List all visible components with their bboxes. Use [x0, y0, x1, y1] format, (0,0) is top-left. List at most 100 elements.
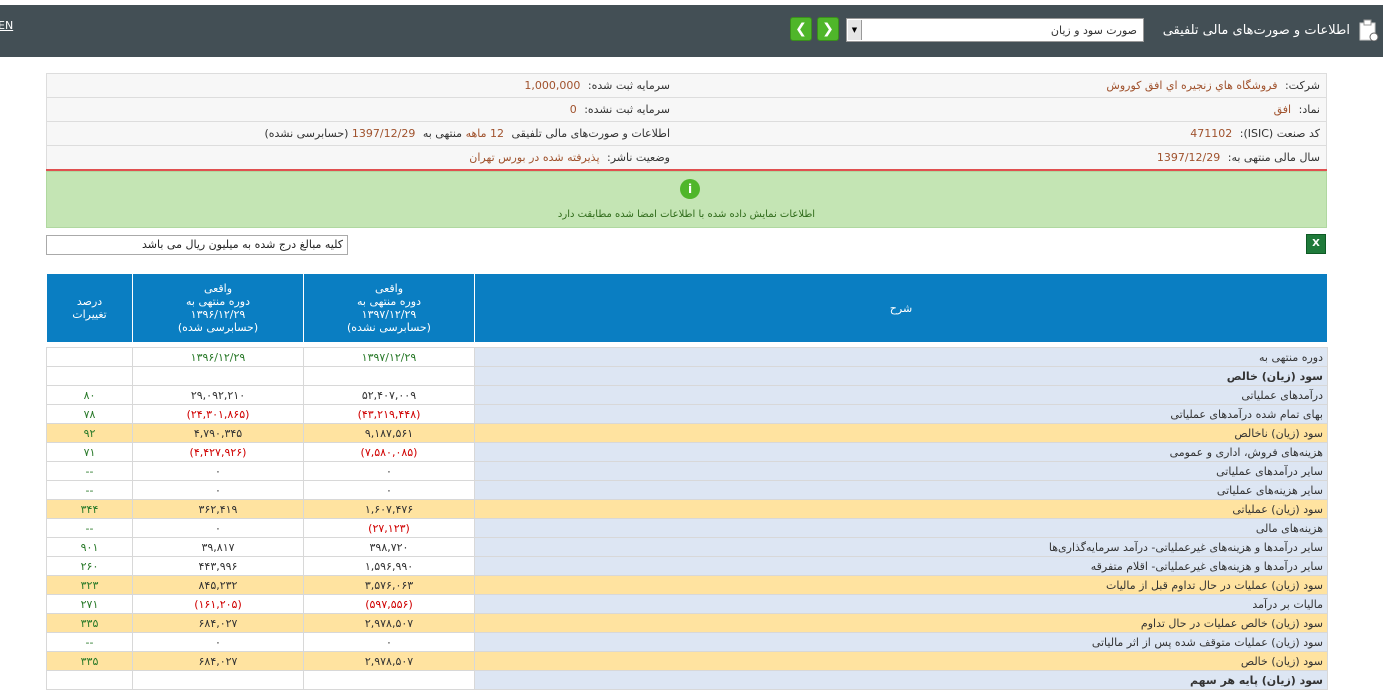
- row-description: مالیات بر درآمد: [474, 594, 1328, 614]
- company-value: فروشگاه هاي زنجيره اي افق كوروش: [1106, 79, 1278, 92]
- isic-value: 471102: [1190, 127, 1233, 140]
- row-description: سود (زیان) ناخالص: [474, 423, 1328, 443]
- row-description: بهای تمام شده درآمدهای عملیاتی: [474, 404, 1328, 424]
- row-value-prior: (۱۶۱,۲۰۵): [132, 594, 304, 614]
- row-description: سایر درآمدها و هزینه‌های غیرعملیاتی- اقل…: [474, 556, 1328, 576]
- row-change-percent: --: [46, 518, 133, 538]
- chevron-right-icon: ❯: [822, 21, 834, 37]
- row-change-percent: ۳۳۵: [46, 613, 133, 633]
- row-value-current: ۳,۵۷۶,۰۶۳: [303, 575, 475, 595]
- row-change-percent: --: [46, 480, 133, 500]
- row-change-percent: ۲۶۰: [46, 556, 133, 576]
- row-value-prior: ۳۹,۸۱۷: [132, 537, 304, 557]
- row-value-current: [303, 366, 475, 386]
- prev-button[interactable]: ❮: [790, 17, 812, 41]
- row-change-percent: --: [46, 461, 133, 481]
- table-row: سود (زیان) عملیات در حال تداوم قبل از ما…: [46, 575, 1328, 595]
- header-description: شرح: [474, 273, 1328, 343]
- row-change-percent: --: [46, 632, 133, 652]
- row-value-current: ۱,۶۰۷,۴۷۶: [303, 499, 475, 519]
- row-value-current: ۲,۹۷۸,۵۰۷: [303, 651, 475, 671]
- row-description: سود (زیان) پایه هر سهم: [474, 670, 1328, 690]
- row-value-prior: ۱۳۹۶/۱۲/۲۹: [132, 347, 304, 367]
- table-row: سود (زیان) عملیات متوقف شده پس از اثر ما…: [46, 632, 1328, 652]
- row-description: سود (زیان) عملیات در حال تداوم قبل از ما…: [474, 575, 1328, 595]
- table-row: سود (زیان) ناخالص ۹,۱۸۷,۵۶۱ ۴,۷۹۰,۳۴۵ ۹۲: [46, 423, 1328, 443]
- table-row: هزینه‌های فروش، اداری و عمومی (۷,۵۸۰,۰۸۵)…: [46, 442, 1328, 462]
- row-description: هزینه‌های فروش، اداری و عمومی: [474, 442, 1328, 462]
- row-value-prior: ۸۴۵,۲۳۲: [132, 575, 304, 595]
- table-row: سود (زیان) عملیاتی ۱,۶۰۷,۴۷۶ ۳۶۲,۴۱۹ ۳۴۴: [46, 499, 1328, 519]
- table-row: سود (زیان) خالص ۲,۹۷۸,۵۰۷ ۶۸۴,۰۲۷ ۳۳۵: [46, 651, 1328, 671]
- header-change-percent: درصد تغییرات: [46, 273, 133, 343]
- row-value-current: ۹,۱۸۷,۵۶۱: [303, 423, 475, 443]
- fiscal-year-field: سال مالی منتهی به: 1397/12/29: [676, 145, 1327, 171]
- document-icon: [1359, 19, 1379, 41]
- symbol-field: نماد: افق: [676, 97, 1327, 122]
- publisher-status-value: پذیرفته شده در بورس تهران: [469, 151, 600, 164]
- period-description: اطلاعات و صورت‌های مالی تلفیقی 12 ماهه م…: [46, 121, 676, 146]
- row-value-current: ۰: [303, 480, 475, 500]
- row-value-prior: ۶۸۴,۰۲۷: [132, 651, 304, 671]
- row-description: درآمدهای عملیاتی: [474, 385, 1328, 405]
- language-link[interactable]: EN: [0, 19, 13, 32]
- notice-text: اطلاعات نمایش داده شده با اطلاعات امضا ش…: [557, 209, 816, 220]
- row-description: دوره منتهی به: [474, 347, 1328, 367]
- row-value-current: ۰: [303, 632, 475, 652]
- report-type-value: صورت سود و زیان: [1050, 24, 1137, 37]
- row-value-prior: ۴,۷۹۰,۳۴۵: [132, 423, 304, 443]
- row-change-percent: ۹۰۱: [46, 537, 133, 557]
- chevron-left-icon: ❮: [795, 21, 807, 37]
- row-description: سایر درآمدهای عملیاتی: [474, 461, 1328, 481]
- row-description: سود (زیان) عملیاتی: [474, 499, 1328, 519]
- row-value-current: (۷,۵۸۰,۰۸۵): [303, 442, 475, 462]
- row-value-prior: (۲۴,۳۰۱,۸۶۵): [132, 404, 304, 424]
- row-value-current: ۲,۹۷۸,۵۰۷: [303, 613, 475, 633]
- row-value-prior: ۴۴۳,۹۹۶: [132, 556, 304, 576]
- row-value-prior: [132, 366, 304, 386]
- table-row: هزینه‌های مالی (۲۷,۱۲۳) ۰ --: [46, 518, 1328, 538]
- row-description: سود (زیان) عملیات متوقف شده پس از اثر ما…: [474, 632, 1328, 652]
- row-value-current: ۱,۵۹۶,۹۹۰: [303, 556, 475, 576]
- table-row: بهای تمام شده درآمدهای عملیاتی (۴۳,۲۱۹,۴۴…: [46, 404, 1328, 424]
- row-change-percent: ۷۸: [46, 404, 133, 424]
- row-value-current: ۱۳۹۷/۱۲/۲۹: [303, 347, 475, 367]
- table-row: سایر هزینه‌های عملیاتی ۰ ۰ --: [46, 480, 1328, 500]
- row-value-current: (۲۷,۱۲۳): [303, 518, 475, 538]
- row-value-prior: ۰: [132, 461, 304, 481]
- row-value-current: ۵۲,۴۰۷,۰۰۹: [303, 385, 475, 405]
- table-row: درآمدهای عملیاتی ۵۲,۴۰۷,۰۰۹ ۲۹,۰۹۲,۲۱۰ ۸۰: [46, 385, 1328, 405]
- table-row: سایر درآمدهای عملیاتی ۰ ۰ --: [46, 461, 1328, 481]
- info-icon: i: [680, 179, 700, 199]
- isic-field: کد صنعت (ISIC): 471102: [676, 121, 1327, 146]
- chevron-down-icon[interactable]: ▼: [848, 20, 862, 40]
- row-description: سود (زیان) خالص عملیات در حال تداوم: [474, 613, 1328, 633]
- row-value-current: [303, 670, 475, 690]
- company-field: شرکت: فروشگاه هاي زنجيره اي افق كوروش: [676, 73, 1327, 98]
- row-change-percent: ۳۲۳: [46, 575, 133, 595]
- excel-export-icon[interactable]: X: [1306, 234, 1326, 254]
- row-description: سایر هزینه‌های عملیاتی: [474, 480, 1328, 500]
- report-type-select[interactable]: ▼ صورت سود و زیان: [846, 18, 1144, 42]
- next-button[interactable]: ❯: [817, 17, 839, 41]
- row-value-prior: (۴,۴۲۷,۹۲۶): [132, 442, 304, 462]
- row-value-current: (۵۹۷,۵۵۶): [303, 594, 475, 614]
- table-row: سود (زیان) خالص عملیات در حال تداوم ۲,۹۷۸…: [46, 613, 1328, 633]
- row-value-prior: ۰: [132, 480, 304, 500]
- row-value-current: ۳۹۸,۷۲۰: [303, 537, 475, 557]
- row-value-prior: ۶۸۴,۰۲۷: [132, 613, 304, 633]
- verification-notice: i اطلاعات نمایش داده شده با اطلاعات امضا…: [46, 171, 1327, 228]
- header-current-period: واقعی دوره منتهی به ۱۳۹۷/۱۲/۲۹ (حسابرسی …: [303, 273, 475, 343]
- table-body: دوره منتهی به ۱۳۹۷/۱۲/۲۹ ۱۳۹۶/۱۲/۲۹ سود (زی…: [46, 342, 1328, 690]
- top-bar: EN ▼ صورت سود و زیان ❯ ❮ اطلاعات و صورت‌…: [0, 5, 1383, 57]
- row-value-prior: ۳۶۲,۴۱۹: [132, 499, 304, 519]
- table-row: سود (زیان) پایه هر سهم: [46, 670, 1328, 690]
- row-value-current: (۴۳,۲۱۹,۴۴۸): [303, 404, 475, 424]
- row-description: سود (زیان) خالص: [474, 366, 1328, 386]
- row-change-percent: ۹۲: [46, 423, 133, 443]
- income-statement-table: شرح واقعی دوره منتهی به ۱۳۹۷/۱۲/۲۹ (حساب…: [46, 273, 1328, 690]
- table-row: سایر درآمدها و هزینه‌های غیرعملیاتی- درآ…: [46, 537, 1328, 557]
- row-change-percent: ۲۷۱: [46, 594, 133, 614]
- row-change-percent: ۳۳۵: [46, 651, 133, 671]
- capital-unregistered-field: سرمایه ثبت نشده: 0: [46, 97, 676, 122]
